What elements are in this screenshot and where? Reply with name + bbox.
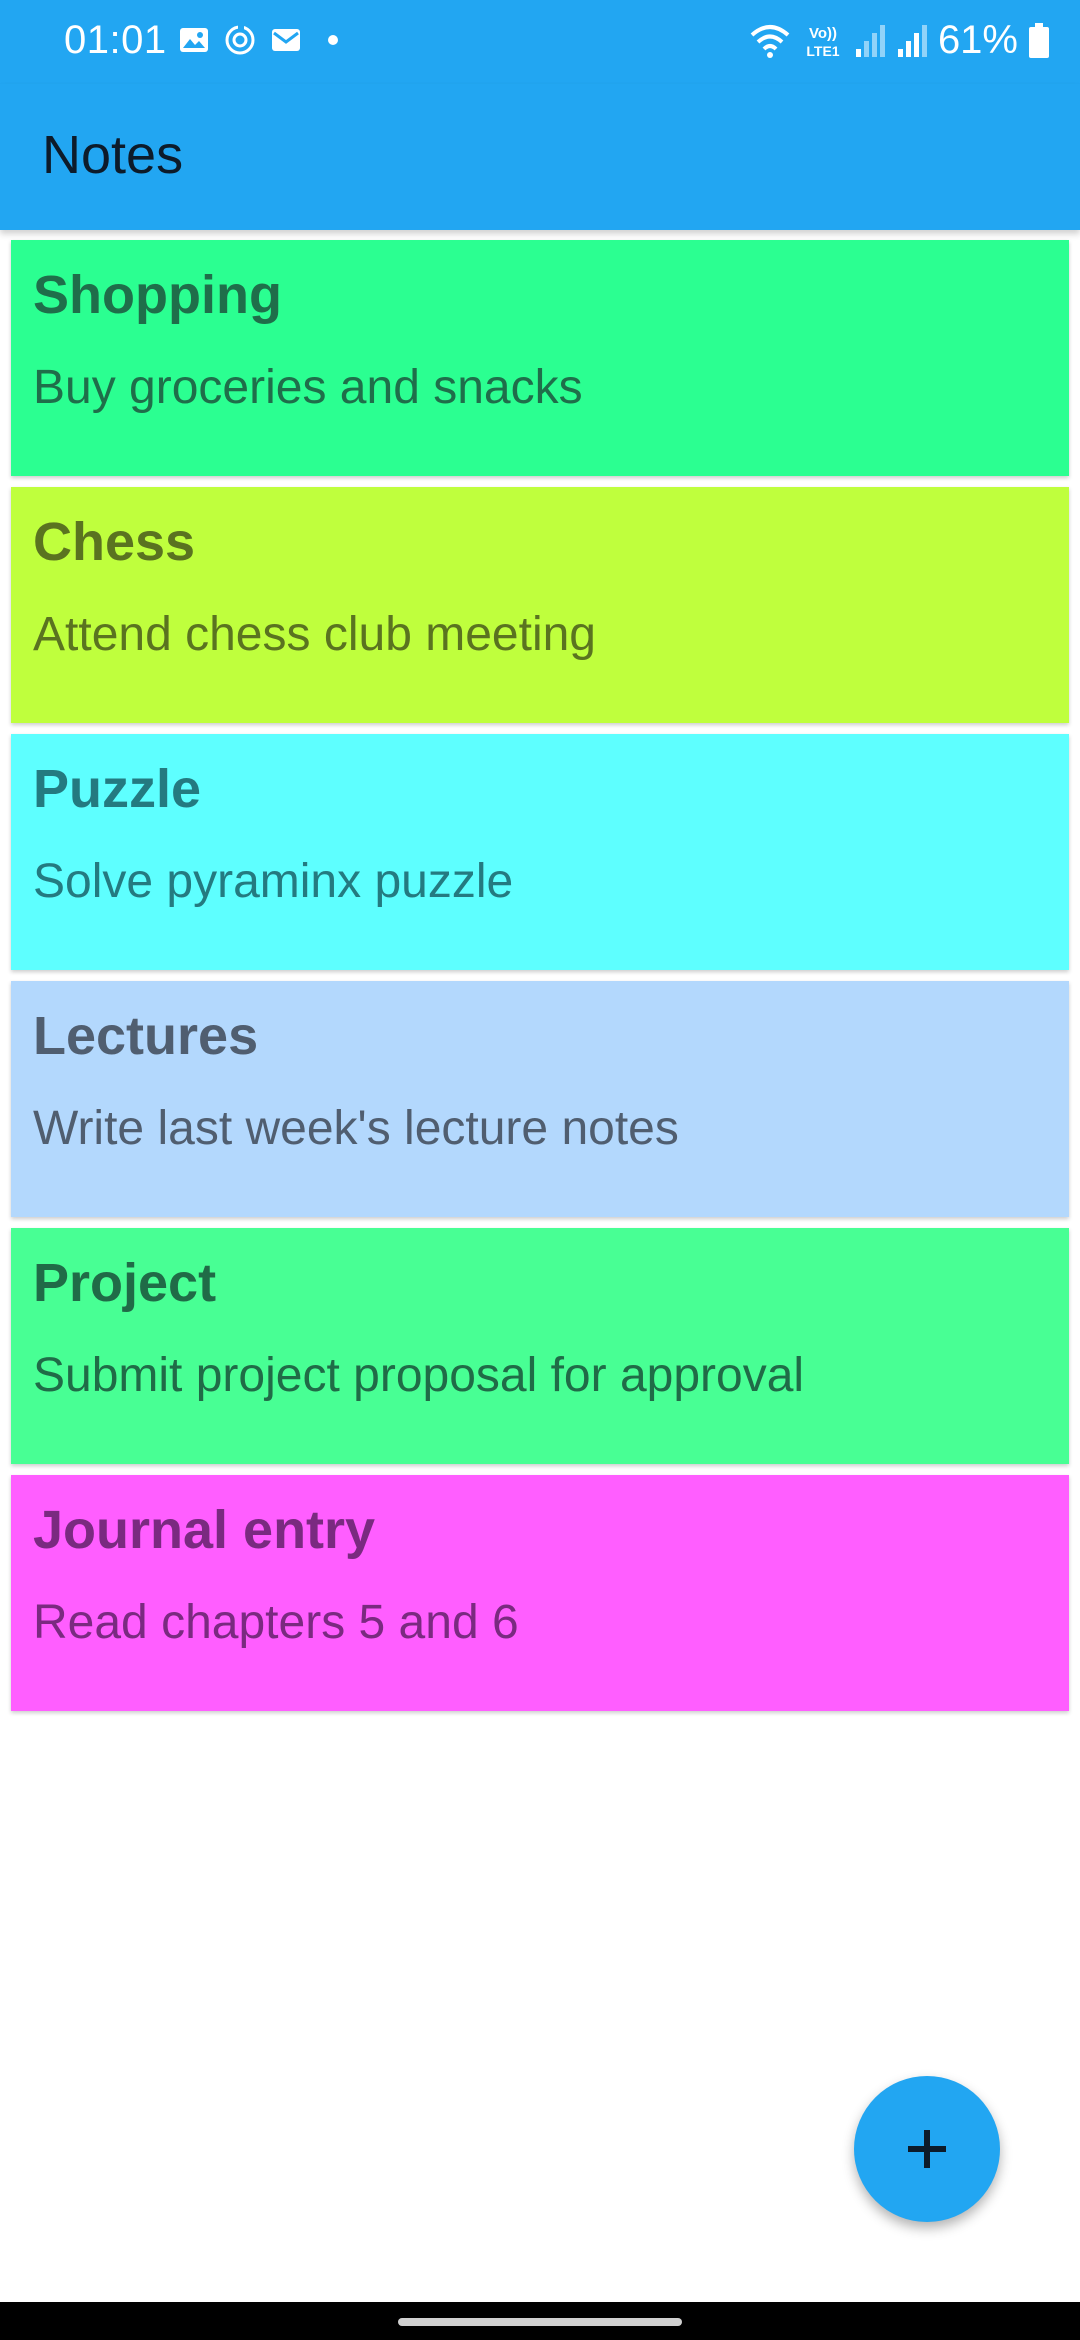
battery-percent: 61% xyxy=(937,18,1018,62)
note-card[interactable]: Project Submit project proposal for appr… xyxy=(11,1228,1069,1464)
note-card[interactable]: Lectures Write last week's lecture notes xyxy=(11,981,1069,1217)
home-handle[interactable] xyxy=(398,2318,682,2326)
note-body: Submit project proposal for approval xyxy=(33,1349,805,1402)
status-time: 01:01 xyxy=(64,18,167,62)
status-bar: 01:01 Vo)) LTE1 61% xyxy=(0,0,1080,84)
sync-icon xyxy=(225,25,255,55)
note-title: Chess xyxy=(33,512,196,572)
signal-2-icon xyxy=(897,24,927,57)
more-notifications-dot-icon xyxy=(328,35,338,45)
note-body: Attend chess club meeting xyxy=(33,608,596,661)
note-title: Lectures xyxy=(33,1006,259,1066)
notes-list: Shopping Buy groceries and snacks Chess … xyxy=(11,240,1069,1722)
plus-icon xyxy=(908,2130,946,2168)
note-body: Solve pyraminx puzzle xyxy=(33,855,514,908)
navigation-bar xyxy=(0,2302,1080,2340)
wifi-icon xyxy=(750,24,790,58)
note-title: Journal entry xyxy=(33,1500,376,1560)
note-card[interactable]: Puzzle Solve pyraminx puzzle xyxy=(11,734,1069,970)
note-card[interactable]: Chess Attend chess club meeting xyxy=(11,487,1069,723)
battery-icon xyxy=(1029,22,1049,58)
note-title: Puzzle xyxy=(33,759,202,819)
svg-text:Vo)): Vo)) xyxy=(809,25,837,42)
signal-1-icon xyxy=(855,24,885,57)
mail-icon xyxy=(272,29,300,51)
note-card[interactable]: Shopping Buy groceries and snacks xyxy=(11,240,1069,476)
gallery-icon xyxy=(180,28,208,52)
volte-icon: Vo)) LTE1 xyxy=(806,25,839,59)
note-card[interactable]: Journal entry Read chapters 5 and 6 xyxy=(11,1475,1069,1711)
system-icons: Vo)) LTE1 61% xyxy=(748,18,1050,63)
notification-icons xyxy=(178,24,338,56)
app-bar: Notes xyxy=(0,84,1080,230)
note-body: Read chapters 5 and 6 xyxy=(33,1596,519,1649)
note-title: Project xyxy=(33,1253,217,1313)
page-title: Notes xyxy=(42,125,184,185)
note-body: Buy groceries and snacks xyxy=(33,361,583,414)
add-note-button[interactable] xyxy=(854,2076,1000,2222)
note-title: Shopping xyxy=(33,265,282,325)
svg-text:LTE1: LTE1 xyxy=(806,43,839,59)
note-body: Write last week's lecture notes xyxy=(33,1102,679,1155)
